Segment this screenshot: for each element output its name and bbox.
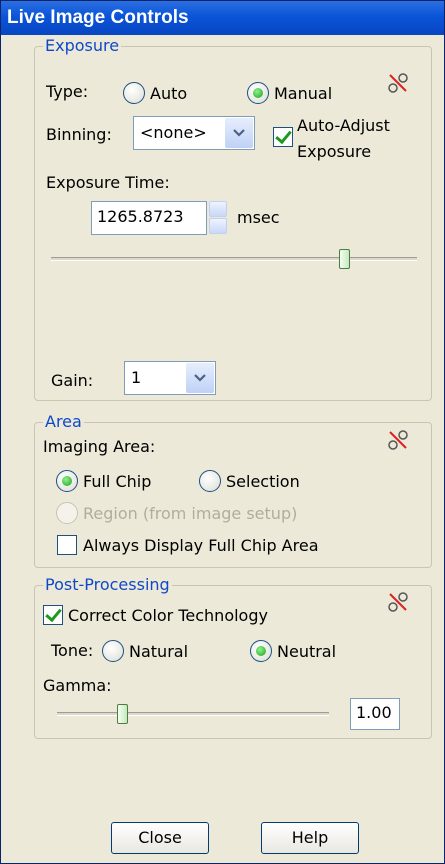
gain-value: 1 — [131, 368, 142, 387]
gain-label: Gain: — [51, 371, 94, 390]
exposure-time-label: Exposure Time: — [46, 173, 170, 192]
selection-radio[interactable] — [199, 470, 221, 492]
exposure-slider-track[interactable] — [51, 257, 417, 261]
full-chip-radio[interactable] — [56, 470, 78, 492]
type-manual-radio[interactable] — [247, 82, 269, 104]
link-broken-icon[interactable] — [387, 591, 409, 613]
gamma-slider-track[interactable] — [57, 712, 329, 716]
binning-select[interactable]: <none> — [133, 116, 255, 150]
chevron-down-icon[interactable] — [186, 363, 214, 393]
auto-adjust-label-line1[interactable]: Auto-Adjust — [297, 116, 390, 136]
help-button[interactable]: Help — [261, 822, 359, 854]
tone-label: Tone: — [51, 641, 94, 660]
always-display-checkbox[interactable] — [57, 535, 77, 555]
exposure-legend: Exposure — [43, 36, 122, 55]
chevron-down-icon[interactable] — [225, 118, 253, 148]
full-chip-label[interactable]: Full Chip — [83, 472, 151, 492]
type-auto-label[interactable]: Auto — [150, 84, 187, 104]
link-broken-icon[interactable] — [387, 429, 409, 451]
selection-label[interactable]: Selection — [226, 472, 300, 492]
cct-label[interactable]: Correct Color Technology — [68, 606, 268, 626]
exposure-time-unit: msec — [237, 208, 280, 227]
exposure-time-stepper[interactable] — [209, 201, 227, 235]
exposure-slider-thumb[interactable] — [338, 249, 350, 269]
cct-checkbox[interactable] — [43, 605, 63, 625]
area-legend: Area — [43, 412, 84, 431]
exposure-time-input[interactable]: 1265.8723 — [91, 201, 207, 235]
close-button[interactable]: Close — [111, 822, 209, 854]
gamma-label: Gamma: — [43, 676, 112, 695]
auto-adjust-checkbox[interactable] — [273, 127, 293, 147]
live-image-controls-window: Live Image Controls Exposure Type: Auto … — [0, 0, 445, 864]
tone-neutral-radio[interactable] — [250, 640, 272, 662]
type-manual-label[interactable]: Manual — [274, 84, 332, 104]
auto-adjust-label-line2[interactable]: Exposure — [297, 142, 371, 162]
gamma-slider-thumb[interactable] — [117, 704, 129, 724]
tone-natural-radio[interactable] — [102, 640, 124, 662]
window-title: Live Image Controls — [7, 7, 189, 28]
region-radio[interactable] — [56, 502, 78, 524]
stepper-down-button[interactable] — [209, 218, 227, 234]
gain-select[interactable]: 1 — [124, 361, 216, 395]
binning-label: Binning: — [46, 125, 112, 144]
imaging-area-label: Imaging Area: — [43, 437, 156, 456]
tone-natural-label[interactable]: Natural — [129, 642, 188, 662]
title-bar[interactable]: Live Image Controls — [1, 1, 444, 35]
post-processing-legend: Post-Processing — [43, 575, 172, 594]
gamma-input[interactable]: 1.00 — [350, 698, 400, 730]
tone-neutral-label[interactable]: Neutral — [277, 642, 336, 662]
always-display-label[interactable]: Always Display Full Chip Area — [83, 536, 319, 556]
binning-value: <none> — [140, 123, 207, 142]
region-label: Region (from image setup) — [83, 504, 298, 523]
link-broken-icon[interactable] — [387, 72, 409, 94]
type-label: Type: — [46, 82, 89, 101]
stepper-up-button[interactable] — [209, 201, 227, 217]
type-auto-radio[interactable] — [123, 82, 145, 104]
